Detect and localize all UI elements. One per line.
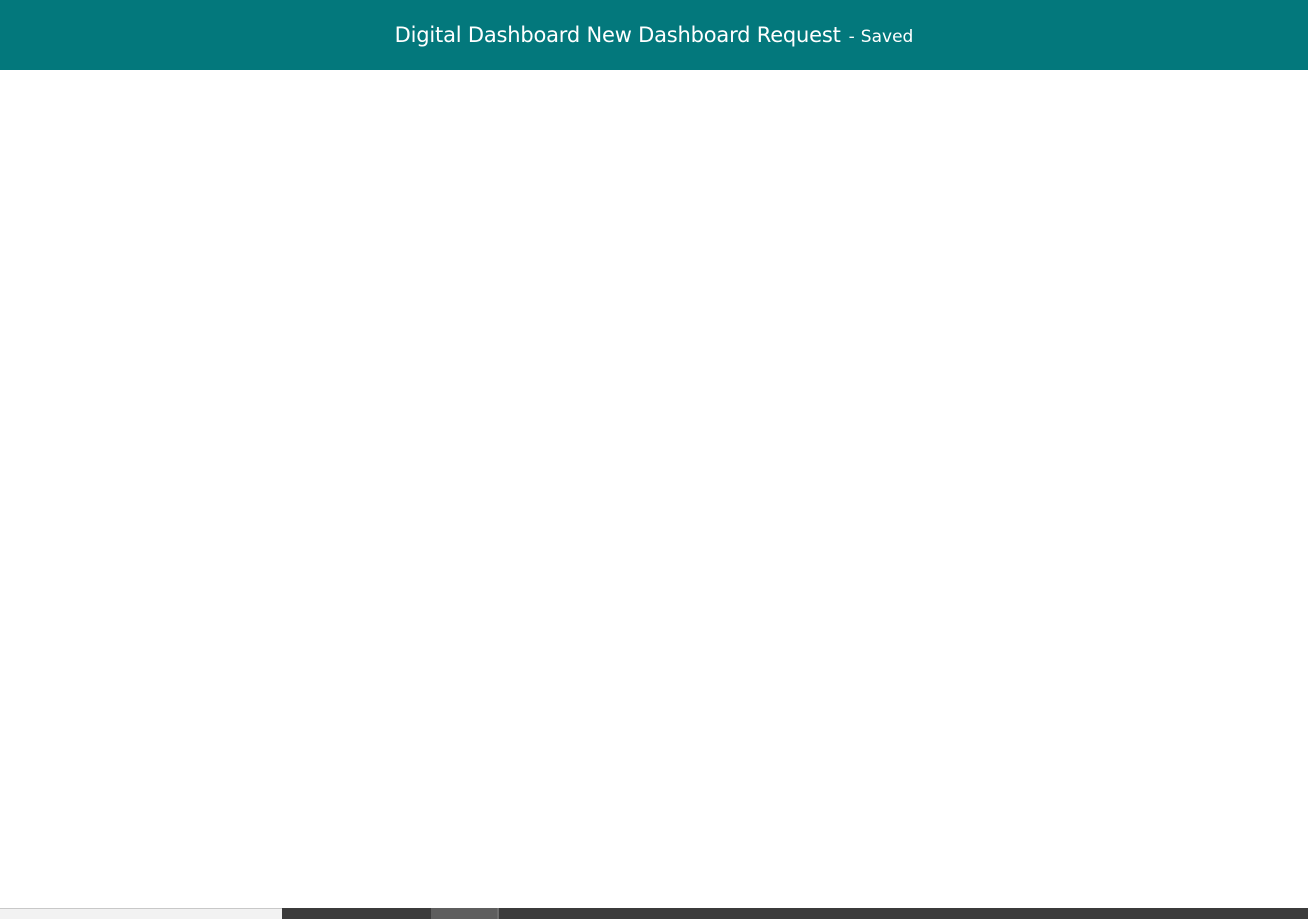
title-separator: - bbox=[848, 27, 855, 47]
title-group: Digital Dashboard New Dashboard Request … bbox=[395, 23, 914, 47]
bottom-tab[interactable] bbox=[431, 908, 497, 919]
bottom-status-bar bbox=[0, 908, 1308, 919]
app-header: Digital Dashboard New Dashboard Request … bbox=[0, 0, 1308, 70]
bottom-left-panel bbox=[0, 908, 282, 919]
save-status: Saved bbox=[860, 27, 914, 47]
document-title[interactable]: Digital Dashboard New Dashboard Request bbox=[395, 23, 841, 47]
bottom-divider bbox=[497, 908, 499, 919]
form-canvas bbox=[0, 70, 1308, 908]
